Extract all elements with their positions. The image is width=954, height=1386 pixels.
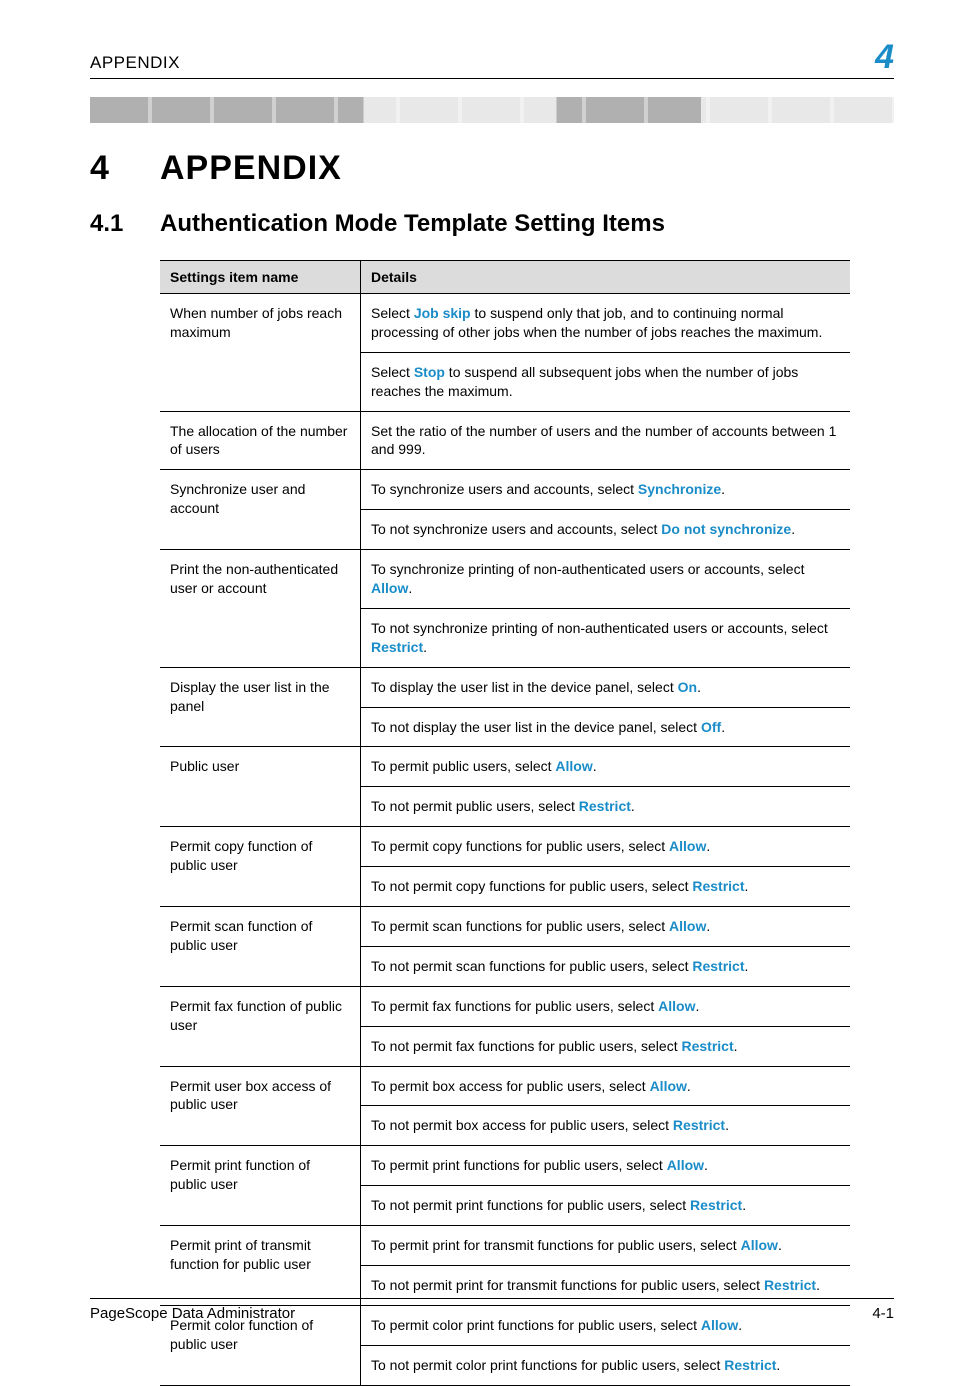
keyword: Allow <box>658 998 695 1014</box>
setting-detail-cell: To permit public users, select Allow. <box>361 747 851 787</box>
table-row: When number of jobs reach maximumSelect … <box>160 294 850 353</box>
keyword: Synchronize <box>638 481 721 497</box>
keyword: Allow <box>650 1078 687 1094</box>
setting-detail-cell: Select Job skip to suspend only that job… <box>361 294 851 353</box>
setting-name-cell: Permit copy function of public user <box>160 827 361 907</box>
keyword: Allow <box>555 758 592 774</box>
setting-detail-cell: To not permit copy functions for public … <box>361 867 851 907</box>
setting-detail-cell: To synchronize users and accounts, selec… <box>361 470 851 510</box>
keyword: Allow <box>669 918 706 934</box>
table-row: Permit copy function of public userTo pe… <box>160 827 850 867</box>
keyword: Restrict <box>692 958 744 974</box>
keyword: Stop <box>414 364 445 380</box>
section-number: 4.1 <box>90 210 160 238</box>
setting-detail-cell: To display the user list in the device p… <box>361 667 851 707</box>
keyword: Restrict <box>681 1038 733 1054</box>
setting-detail-cell: To not display the user list in the devi… <box>361 707 851 747</box>
setting-detail-cell: To permit fax functions for public users… <box>361 986 851 1026</box>
table-row: Display the user list in the panelTo dis… <box>160 667 850 707</box>
table-row: Synchronize user and accountTo synchroni… <box>160 470 850 510</box>
keyword: Do not synchronize <box>661 521 791 537</box>
decorative-band <box>90 97 894 123</box>
keyword: Restrict <box>579 798 631 814</box>
setting-name-cell: Permit user box access of public user <box>160 1066 361 1146</box>
keyword: Allow <box>669 838 706 854</box>
table-row: Permit fax function of public userTo per… <box>160 986 850 1026</box>
keyword: Restrict <box>673 1117 725 1133</box>
chapter-number: 4 <box>90 149 160 188</box>
table-row: Public userTo permit public users, selec… <box>160 747 850 787</box>
keyword: Allow <box>371 580 408 596</box>
chapter-heading: 4 APPENDIX <box>90 149 894 188</box>
keyword: Allow <box>667 1157 704 1173</box>
setting-detail-cell: To permit scan functions for public user… <box>361 907 851 947</box>
column-header-name: Settings item name <box>160 261 361 294</box>
settings-table: Settings item name Details When number o… <box>160 260 850 1386</box>
column-header-details: Details <box>361 261 851 294</box>
setting-detail-cell: Select Stop to suspend all subsequent jo… <box>361 352 851 411</box>
table-row: Permit user box access of public userTo … <box>160 1066 850 1106</box>
setting-detail-cell: To synchronize printing of non-authentic… <box>361 550 851 609</box>
setting-detail-cell: To not permit color print functions for … <box>361 1345 851 1385</box>
keyword: Restrict <box>764 1277 816 1293</box>
setting-detail-cell: To not permit public users, select Restr… <box>361 787 851 827</box>
setting-detail-cell: To not permit fax functions for public u… <box>361 1026 851 1066</box>
section-title: Authentication Mode Template Setting Ite… <box>160 210 665 238</box>
keyword: Restrict <box>692 878 744 894</box>
keyword: Allow <box>741 1237 778 1253</box>
table-row: Permit print of transmit function for pu… <box>160 1226 850 1266</box>
setting-name-cell: Synchronize user and account <box>160 470 361 550</box>
setting-detail-cell: To permit print for transmit functions f… <box>361 1226 851 1266</box>
table-row: Permit print function of public userTo p… <box>160 1146 850 1186</box>
setting-detail-cell: To permit print functions for public use… <box>361 1146 851 1186</box>
setting-detail-cell: To not permit box access for public user… <box>361 1106 851 1146</box>
table-row: Print the non-authenticated user or acco… <box>160 550 850 609</box>
chapter-badge: 4 <box>875 40 894 74</box>
setting-detail-cell: To permit copy functions for public user… <box>361 827 851 867</box>
setting-name-cell: When number of jobs reach maximum <box>160 294 361 412</box>
setting-name-cell: Display the user list in the panel <box>160 667 361 747</box>
setting-name-cell: The allocation of the number of users <box>160 411 361 470</box>
keyword: Job skip <box>414 305 471 321</box>
keyword: Restrict <box>690 1197 742 1213</box>
page-footer: PageScope Data Administrator 4-1 <box>90 1298 894 1322</box>
setting-name-cell: Permit print function of public user <box>160 1146 361 1226</box>
setting-name-cell: Permit scan function of public user <box>160 907 361 987</box>
setting-detail-cell: To not synchronize users and accounts, s… <box>361 510 851 550</box>
running-header: APPENDIX 4 <box>90 40 894 79</box>
setting-name-cell: Permit fax function of public user <box>160 986 361 1066</box>
running-header-text: APPENDIX <box>90 53 180 73</box>
setting-detail-cell: To not permit scan functions for public … <box>361 946 851 986</box>
footer-page-number: 4-1 <box>872 1305 894 1322</box>
keyword: Off <box>701 719 721 735</box>
setting-name-cell: Public user <box>160 747 361 827</box>
table-row: Permit scan function of public userTo pe… <box>160 907 850 947</box>
setting-detail-cell: To not permit print functions for public… <box>361 1186 851 1226</box>
footer-product: PageScope Data Administrator <box>90 1305 295 1322</box>
keyword: Restrict <box>724 1357 776 1373</box>
keyword: Restrict <box>371 639 423 655</box>
setting-detail-cell: Set the ratio of the number of users and… <box>361 411 851 470</box>
keyword: On <box>678 679 697 695</box>
setting-name-cell: Permit print of transmit function for pu… <box>160 1226 361 1306</box>
section-heading: 4.1 Authentication Mode Template Setting… <box>90 210 894 238</box>
setting-detail-cell: To permit box access for public users, s… <box>361 1066 851 1106</box>
chapter-title: APPENDIX <box>160 149 342 188</box>
setting-name-cell: Print the non-authenticated user or acco… <box>160 550 361 668</box>
table-row: The allocation of the number of usersSet… <box>160 411 850 470</box>
setting-detail-cell: To not synchronize printing of non-authe… <box>361 608 851 667</box>
